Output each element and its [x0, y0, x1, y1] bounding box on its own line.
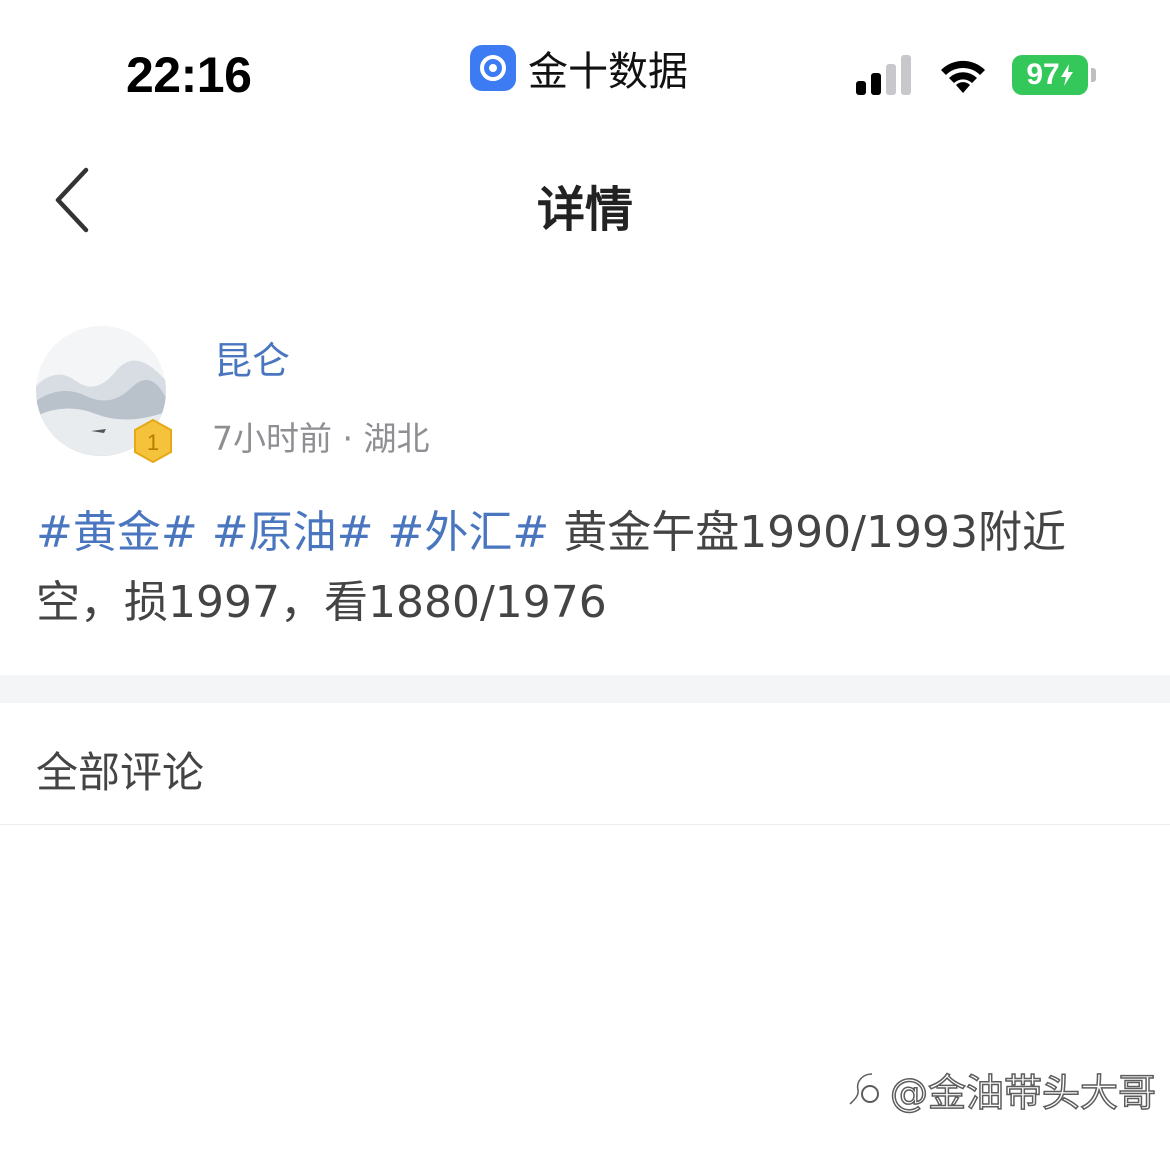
post-time: 7小时前 [212, 419, 332, 458]
section-divider [0, 675, 1170, 703]
battery-icon: 97 [1012, 55, 1088, 95]
post-location: 湖北 [363, 419, 430, 458]
tag-forex[interactable]: #外汇# [387, 507, 549, 558]
watermark: @金油带头大哥 [846, 1062, 1157, 1117]
post-content: #黄金# #原油# #外汇# 黄金午盘1990/1993附近空，损1997，看1… [36, 498, 1136, 638]
tag-crude-oil[interactable]: #原油# [212, 507, 374, 558]
author-name[interactable]: 昆仑 [214, 330, 290, 385]
status-time: 22:16 [126, 47, 252, 103]
app-icon [470, 45, 516, 91]
signal-icon [856, 55, 911, 95]
page-title: 详情 [536, 182, 633, 238]
battery-level: 97 [1026, 58, 1060, 91]
comments-header: 全部评论 [0, 703, 1170, 825]
status-bar: 22:16 金十数据 97 [0, 0, 1170, 140]
charging-bolt-icon [1060, 64, 1073, 86]
weibo-logo-icon [848, 1071, 879, 1105]
status-indicators: 97 [856, 52, 1096, 98]
status-app-indicator[interactable]: 金十数据 [470, 40, 688, 96]
meta-separator: · [332, 419, 364, 458]
level-number: 1 [147, 430, 159, 455]
app-name: 金十数据 [528, 49, 688, 95]
post-card: 1 昆仑 7小时前 · 湖北 #黄金# #原油# #外汇# 黄金午盘1990/1… [0, 300, 1170, 675]
level-badge-icon: 1 [134, 418, 172, 464]
nav-bar: 详情 [0, 140, 1170, 260]
tag-gold[interactable]: #黄金# [36, 507, 198, 558]
battery-cap [1091, 68, 1096, 82]
post-meta: 7小时前 · 湖北 [212, 412, 429, 460]
watermark-text: @金油带头大哥 [889, 1070, 1157, 1116]
wifi-icon [941, 60, 985, 93]
comments-title: 全部评论 [36, 748, 205, 797]
